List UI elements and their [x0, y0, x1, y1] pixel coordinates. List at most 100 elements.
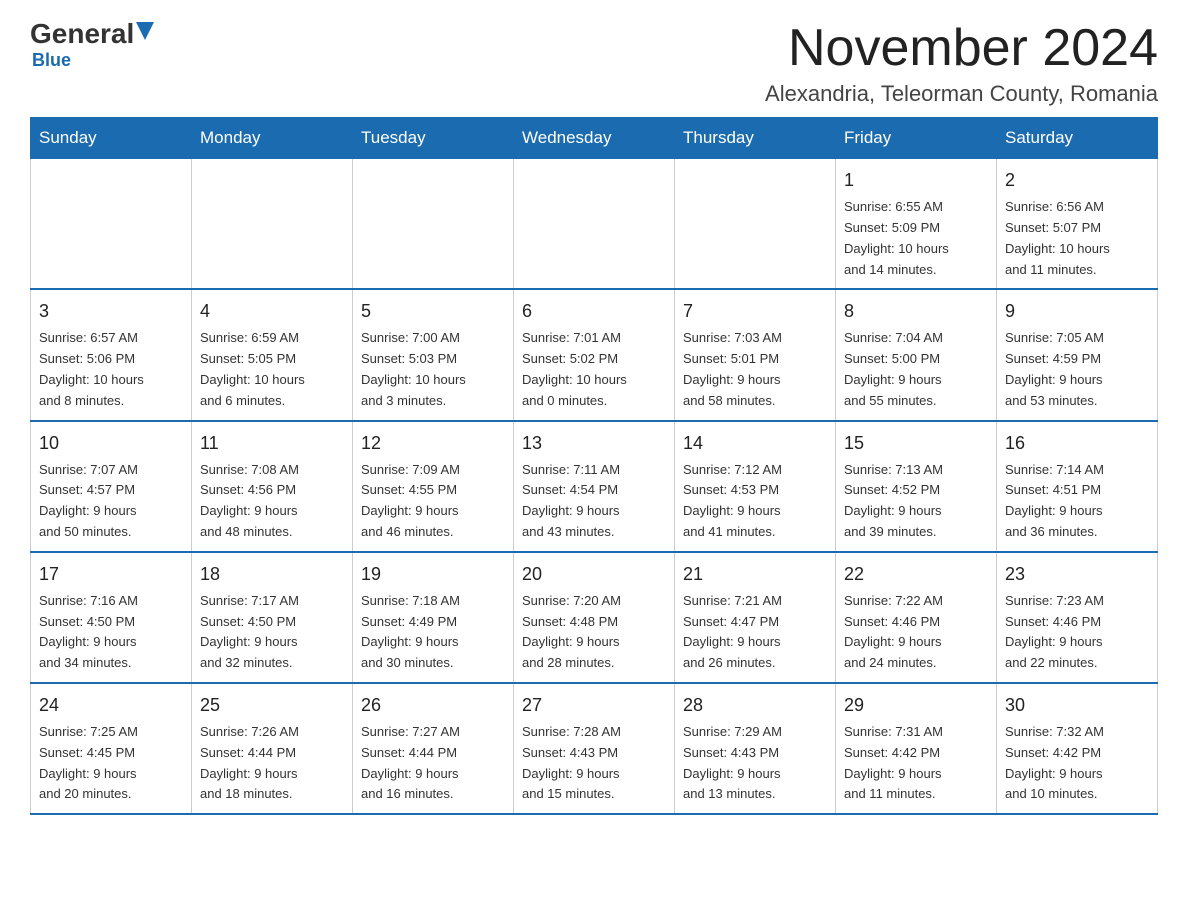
table-row: 26Sunrise: 7:27 AMSunset: 4:44 PMDayligh…	[353, 683, 514, 814]
day-info: Sunrise: 7:12 AMSunset: 4:53 PMDaylight:…	[683, 460, 827, 543]
day-info: Sunrise: 6:55 AMSunset: 5:09 PMDaylight:…	[844, 197, 988, 280]
logo-general: General	[30, 20, 134, 48]
table-row: 14 Sunrise: 7:12 AMSunset: 4:53 PMDayligh…	[675, 421, 836, 552]
day-info: Sunrise: 7:18 AMSunset: 4:49 PMDaylight:…	[361, 591, 505, 674]
day-number: 25	[200, 692, 344, 719]
day-number: 30	[1005, 692, 1149, 719]
day-info: Sunrise: 7:09 AMSunset: 4:55 PMDaylight:…	[361, 460, 505, 543]
table-row: 7 Sunrise: 7:03 AMSunset: 5:01 PMDaylight…	[675, 289, 836, 420]
day-info: Sunrise: 7:28 AMSunset: 4:43 PMDaylight:…	[522, 722, 666, 805]
table-row	[353, 159, 514, 290]
day-number: 15	[844, 430, 988, 457]
table-row: 18 Sunrise: 7:17 AMSunset: 4:50 PMDayligh…	[192, 552, 353, 683]
day-number: 22	[844, 561, 988, 588]
day-number: 24	[39, 692, 183, 719]
day-info: Sunrise: 7:23 AMSunset: 4:46 PMDaylight:…	[1005, 591, 1149, 674]
table-row	[31, 159, 192, 290]
table-row: 29 Sunrise: 7:31 AMSunset: 4:42 PMDayligh…	[836, 683, 997, 814]
month-title: November 2024	[765, 20, 1158, 77]
day-info: Sunrise: 7:00 AMSunset: 5:03 PMDaylight:…	[361, 328, 505, 411]
day-number: 21	[683, 561, 827, 588]
calendar-week-row: 10 Sunrise: 7:07 AMSunset: 4:57 PMDayligh…	[31, 421, 1158, 552]
table-row	[192, 159, 353, 290]
title-area: November 2024 Alexandria, Teleorman Coun…	[765, 20, 1158, 107]
table-row: 5 Sunrise: 7:00 AMSunset: 5:03 PMDaylight…	[353, 289, 514, 420]
col-saturday: Saturday	[997, 118, 1158, 159]
logo-blue: Blue	[32, 50, 71, 71]
day-info: Sunrise: 7:04 AMSunset: 5:00 PMDaylight:…	[844, 328, 988, 411]
day-number: 10	[39, 430, 183, 457]
logo-area: General Blue	[30, 20, 154, 71]
day-info: Sunrise: 6:56 AMSunset: 5:07 PMDaylight:…	[1005, 197, 1149, 280]
day-number: 13	[522, 430, 666, 457]
day-number: 4	[200, 298, 344, 325]
table-row: 13 Sunrise: 7:11 AMSunset: 4:54 PMDayligh…	[514, 421, 675, 552]
day-number: 27	[522, 692, 666, 719]
table-row: 19 Sunrise: 7:18 AMSunset: 4:49 PMDayligh…	[353, 552, 514, 683]
table-row: 28Sunrise: 7:29 AMSunset: 4:43 PMDayligh…	[675, 683, 836, 814]
table-row: 30 Sunrise: 7:32 AMSunset: 4:42 PMDayligh…	[997, 683, 1158, 814]
day-info: Sunrise: 7:14 AMSunset: 4:51 PMDaylight:…	[1005, 460, 1149, 543]
table-row: 3 Sunrise: 6:57 AMSunset: 5:06 PMDaylight…	[31, 289, 192, 420]
day-info: Sunrise: 7:17 AMSunset: 4:50 PMDaylight:…	[200, 591, 344, 674]
table-row: 15Sunrise: 7:13 AMSunset: 4:52 PMDayligh…	[836, 421, 997, 552]
col-wednesday: Wednesday	[514, 118, 675, 159]
day-info: Sunrise: 7:25 AMSunset: 4:45 PMDaylight:…	[39, 722, 183, 805]
col-thursday: Thursday	[675, 118, 836, 159]
table-row: 17 Sunrise: 7:16 AMSunset: 4:50 PMDayligh…	[31, 552, 192, 683]
day-number: 29	[844, 692, 988, 719]
day-info: Sunrise: 6:59 AMSunset: 5:05 PMDaylight:…	[200, 328, 344, 411]
day-number: 19	[361, 561, 505, 588]
day-number: 17	[39, 561, 183, 588]
day-info: Sunrise: 7:31 AMSunset: 4:42 PMDaylight:…	[844, 722, 988, 805]
table-row: 25 Sunrise: 7:26 AMSunset: 4:44 PMDayligh…	[192, 683, 353, 814]
day-info: Sunrise: 7:16 AMSunset: 4:50 PMDaylight:…	[39, 591, 183, 674]
table-row: 27 Sunrise: 7:28 AMSunset: 4:43 PMDayligh…	[514, 683, 675, 814]
table-row: 10 Sunrise: 7:07 AMSunset: 4:57 PMDayligh…	[31, 421, 192, 552]
header-area: General Blue November 2024 Alexandria, T…	[30, 20, 1158, 107]
day-number: 2	[1005, 167, 1149, 194]
day-number: 1	[844, 167, 988, 194]
table-row: 24 Sunrise: 7:25 AMSunset: 4:45 PMDayligh…	[31, 683, 192, 814]
day-number: 8	[844, 298, 988, 325]
table-row: 1 Sunrise: 6:55 AMSunset: 5:09 PMDaylight…	[836, 159, 997, 290]
day-info: Sunrise: 7:21 AMSunset: 4:47 PMDaylight:…	[683, 591, 827, 674]
day-info: Sunrise: 7:22 AMSunset: 4:46 PMDaylight:…	[844, 591, 988, 674]
day-number: 5	[361, 298, 505, 325]
day-number: 18	[200, 561, 344, 588]
table-row: 4 Sunrise: 6:59 AMSunset: 5:05 PMDaylight…	[192, 289, 353, 420]
location-title: Alexandria, Teleorman County, Romania	[765, 81, 1158, 107]
calendar-header-row: Sunday Monday Tuesday Wednesday Thursday…	[31, 118, 1158, 159]
table-row: 21 Sunrise: 7:21 AMSunset: 4:47 PMDayligh…	[675, 552, 836, 683]
table-row: 2 Sunrise: 6:56 AMSunset: 5:07 PMDaylight…	[997, 159, 1158, 290]
logo-triangle-icon	[136, 22, 154, 42]
col-friday: Friday	[836, 118, 997, 159]
day-info: Sunrise: 7:05 AMSunset: 4:59 PMDaylight:…	[1005, 328, 1149, 411]
table-row	[675, 159, 836, 290]
col-tuesday: Tuesday	[353, 118, 514, 159]
table-row: 22 Sunrise: 7:22 AMSunset: 4:46 PMDayligh…	[836, 552, 997, 683]
calendar-table: Sunday Monday Tuesday Wednesday Thursday…	[30, 117, 1158, 815]
day-info: Sunrise: 7:11 AMSunset: 4:54 PMDaylight:…	[522, 460, 666, 543]
day-number: 28	[683, 692, 827, 719]
day-info: Sunrise: 7:03 AMSunset: 5:01 PMDaylight:…	[683, 328, 827, 411]
col-monday: Monday	[192, 118, 353, 159]
day-number: 7	[683, 298, 827, 325]
day-info: Sunrise: 7:08 AMSunset: 4:56 PMDaylight:…	[200, 460, 344, 543]
table-row: 8 Sunrise: 7:04 AMSunset: 5:00 PMDaylight…	[836, 289, 997, 420]
day-number: 14	[683, 430, 827, 457]
table-row: 6Sunrise: 7:01 AMSunset: 5:02 PMDaylight…	[514, 289, 675, 420]
calendar-week-row: 3 Sunrise: 6:57 AMSunset: 5:06 PMDaylight…	[31, 289, 1158, 420]
day-info: Sunrise: 7:07 AMSunset: 4:57 PMDaylight:…	[39, 460, 183, 543]
day-number: 20	[522, 561, 666, 588]
day-number: 11	[200, 430, 344, 457]
day-info: Sunrise: 7:32 AMSunset: 4:42 PMDaylight:…	[1005, 722, 1149, 805]
day-number: 3	[39, 298, 183, 325]
table-row: 12Sunrise: 7:09 AMSunset: 4:55 PMDayligh…	[353, 421, 514, 552]
day-info: Sunrise: 6:57 AMSunset: 5:06 PMDaylight:…	[39, 328, 183, 411]
table-row: 20Sunrise: 7:20 AMSunset: 4:48 PMDayligh…	[514, 552, 675, 683]
day-number: 9	[1005, 298, 1149, 325]
day-info: Sunrise: 7:26 AMSunset: 4:44 PMDaylight:…	[200, 722, 344, 805]
day-number: 16	[1005, 430, 1149, 457]
day-number: 6	[522, 298, 666, 325]
